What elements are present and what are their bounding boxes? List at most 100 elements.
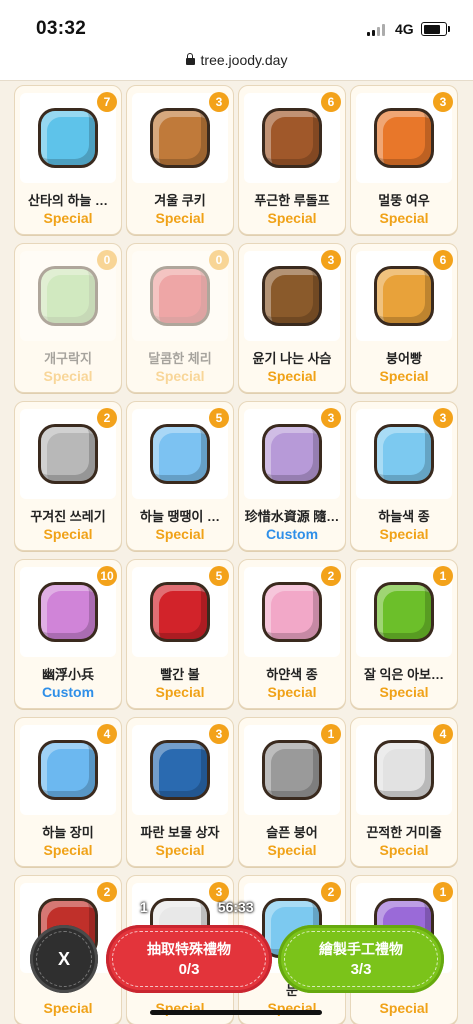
avocado-icon [377,585,431,639]
crumpled-paper-icon [41,427,95,481]
item-name: 개구락지 [44,351,92,366]
item-name: 멀뚱 여우 [378,193,430,208]
item-card[interactable]: 5 하늘 땡땡이 … Special [126,401,234,551]
item-type: Special [43,842,93,858]
faucet-icon [265,427,319,481]
item-card[interactable]: 0 개구락지 Special [14,243,122,393]
item-type: Special [155,684,205,700]
item-card[interactable]: 3 珍惜水資源 隨… Custom [238,401,346,551]
item-card[interactable]: 7 산타의 하늘 … Special [14,85,122,235]
item-type: Special [379,210,429,226]
mitten-icon [41,111,95,165]
item-card[interactable]: 6 푸근한 루돌프 Special [238,85,346,235]
item-name: 달콤한 체리 [148,351,212,366]
item-name: 붕어빵 [386,351,422,366]
item-card[interactable]: 3 파란 보물 상자 Special [126,717,234,867]
item-card[interactable]: 3 윤기 나는 사슴 Special [238,243,346,393]
item-card[interactable]: 4 끈적한 거미줄 Special [350,717,458,867]
item-card[interactable]: 0 달콤한 체리 Special [126,243,234,393]
close-label: X [57,948,70,969]
item-name: 하늘 땡땡이 … [139,509,221,524]
ribbon-icon [153,427,207,481]
count-badge: 5 [209,566,229,586]
item-card[interactable]: 3 멀뚱 여우 Special [350,85,458,235]
item-name: 珍惜水資源 隨… [244,509,340,524]
item-name: 꾸겨진 쓰레기 [30,509,106,524]
draw-special-gift-button[interactable]: 抽取特殊禮物 0/3 [106,925,272,993]
frog-icon [41,269,95,323]
item-name: 잘 익은 아보… [363,667,445,682]
item-card[interactable]: 6 붕어빵 Special [350,243,458,393]
item-type: Special [155,842,205,858]
count-badge: 6 [321,92,341,112]
craft-handmade-gift-button[interactable]: 繪製手工禮物 3/3 [278,925,444,993]
item-type: Special [155,210,205,226]
deer-icon [265,269,319,323]
home-indicator [150,1010,322,1015]
count-badge: 10 [97,566,117,586]
item-card[interactable]: 2 꾸겨진 쓰레기 Special [14,401,122,551]
cherry-icon [153,269,207,323]
count-badge: 2 [97,408,117,428]
item-card[interactable]: 2 하얀색 종 Special [238,559,346,709]
bell-icon [377,427,431,481]
clock: 03:32 [36,18,87,39]
ornament-ball-icon [153,585,207,639]
item-name: 하늘 장미 [42,825,94,840]
item-name: 파란 보물 상자 [140,825,220,840]
craft-count: 3/3 [350,961,372,978]
item-card[interactable]: 3 겨울 쿠키 Special [126,85,234,235]
white-bell-icon [265,585,319,639]
item-type: Special [267,368,317,384]
count-badge: 7 [97,92,117,112]
item-name: 하얀색 종 [266,667,318,682]
battery-icon [421,22,450,36]
timer-overlay: 1 56:33 [140,899,254,915]
draw-count: 0/3 [178,961,200,978]
item-type: Special [43,526,93,542]
draw-label: 抽取特殊禮物 [147,941,231,957]
count-badge: 4 [433,724,453,744]
item-type: Special [379,842,429,858]
item-type: Special [43,1000,93,1016]
gingerbread-icon [153,111,207,165]
craft-label: 繪製手工禮物 [319,941,403,957]
item-card[interactable]: 1 잘 익은 아보… Special [350,559,458,709]
item-card[interactable]: 10 幽浮小兵 Custom [14,559,122,709]
item-name: 하늘색 종 [378,509,430,524]
count-badge: 1 [433,566,453,586]
item-name: 幽浮小兵 [41,667,94,682]
count-badge: 3 [433,92,453,112]
address-bar[interactable]: tree.joody.day [0,46,473,81]
count-badge: 1 [433,882,453,902]
item-name: 산타의 하늘 … [27,193,109,208]
item-name: 겨울 쿠키 [154,193,206,208]
count-badge: 3 [433,408,453,428]
item-type: Special [155,526,205,542]
item-type: Special [379,368,429,384]
url-text[interactable]: tree.joody.day [0,52,473,68]
close-button[interactable]: X [30,925,98,993]
count-badge: 3 [209,92,229,112]
count-badge: 2 [321,566,341,586]
item-name: 슬픈 붕어 [266,825,318,840]
spider-web-icon [377,743,431,797]
item-type: Special [379,684,429,700]
ufo-soldier-icon [41,585,95,639]
timer-prefix: 1 [140,899,148,915]
item-card[interactable]: 3 하늘색 종 Special [350,401,458,551]
item-type: Special [43,368,93,384]
item-type: Special [267,684,317,700]
count-badge: 5 [209,408,229,428]
count-badge: 4 [97,724,117,744]
item-card[interactable]: 5 빨간 볼 Special [126,559,234,709]
item-card[interactable]: 4 하늘 장미 Special [14,717,122,867]
item-type: Special [379,526,429,542]
item-type: Custom [41,684,95,700]
item-name: 푸근한 루돌프 [254,193,330,208]
fish-bone-icon [265,743,319,797]
item-card[interactable]: 1 슬픈 붕어 Special [238,717,346,867]
reindeer-icon [265,111,319,165]
item-type: Custom [265,526,319,542]
item-type: Special [379,1000,429,1016]
